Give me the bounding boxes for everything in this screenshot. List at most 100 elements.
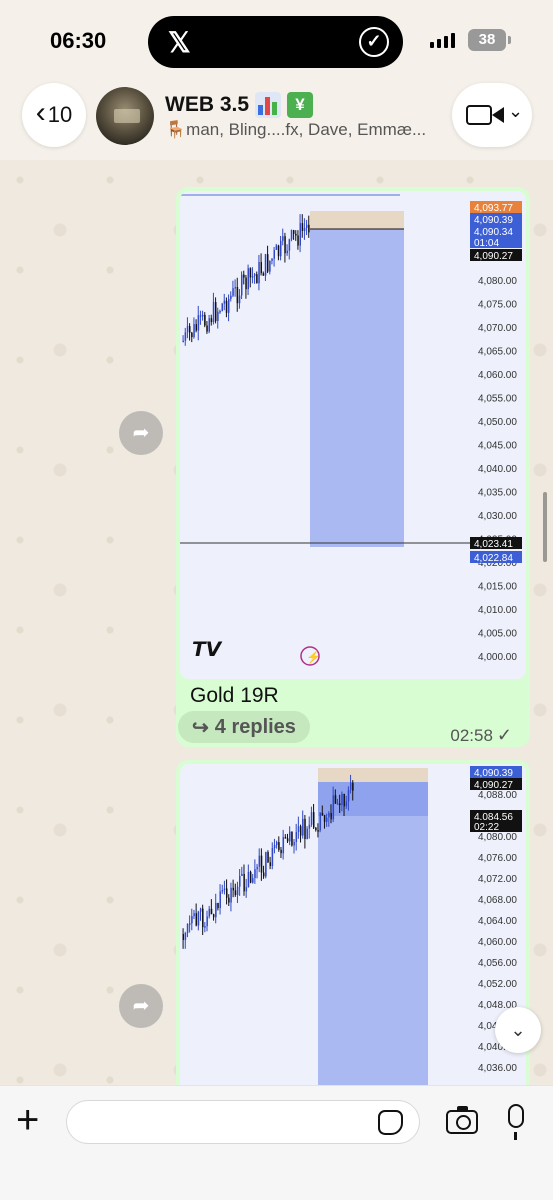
reply-arrow-icon: ↪ — [192, 716, 209, 739]
trading-chart: 4,080.00 4,075.00 4,070.00 4,065.00 4,060.00… — [180, 194, 522, 666]
candle-body — [189, 923, 191, 925]
candle-body — [204, 314, 206, 326]
candle-body — [189, 326, 191, 333]
video-call-button[interactable]: ⌄ — [452, 83, 532, 147]
candle-body — [278, 842, 280, 850]
candle-body — [260, 855, 263, 873]
candle-body — [202, 908, 204, 928]
candle-body — [271, 847, 274, 867]
candle-body — [280, 849, 282, 854]
candle-body — [245, 277, 247, 290]
price-axis-label: 4,072.00 — [478, 874, 517, 885]
bar-chart-icon — [255, 92, 282, 118]
candle-body — [293, 230, 295, 234]
back-button[interactable]: ‹ 10 — [22, 83, 86, 147]
candle-body — [226, 888, 228, 898]
chart-image[interactable]: 4,080.00 4,075.00 4,070.00 4,065.00 4,060.00… — [180, 191, 526, 679]
candle-body — [243, 274, 245, 278]
candle-body — [251, 275, 254, 278]
candle-body — [349, 782, 352, 790]
candle-body — [236, 886, 239, 896]
candle-body — [304, 818, 306, 839]
candle-body — [328, 813, 330, 818]
forward-icon: ➦ — [132, 422, 150, 444]
candle-body — [232, 288, 234, 296]
group-name: WEB 3.5 — [165, 93, 250, 116]
candle-body — [330, 813, 332, 820]
forward-button[interactable]: ➦ — [119, 984, 163, 1028]
camera-icon[interactable] — [446, 1106, 478, 1134]
sticker-icon[interactable] — [378, 1110, 403, 1135]
candle-body — [332, 795, 335, 820]
candle-body — [208, 908, 211, 917]
price-axis-label: 4,068.00 — [478, 895, 517, 906]
price-tags: 4,093.774,090.394,090.3401:044,090.274,0… — [470, 201, 522, 564]
forward-button[interactable]: ➦ — [119, 411, 163, 455]
candle-body — [297, 235, 299, 246]
candle-body — [271, 258, 273, 261]
group-title[interactable]: WEB 3.5 ¥ — [165, 92, 314, 118]
candle-body — [303, 227, 306, 231]
candle-body — [290, 230, 293, 240]
candle-body — [267, 254, 269, 272]
candle-body — [239, 875, 241, 887]
price-axis-label: 4,015.00 — [478, 582, 517, 593]
candle-body — [210, 908, 213, 915]
price-tag-label: 4,090.27 — [474, 780, 513, 791]
status-time: 06:30 — [50, 28, 107, 53]
candle-body — [262, 273, 265, 276]
message-input[interactable] — [66, 1100, 420, 1144]
attach-plus-icon[interactable]: + — [16, 1100, 39, 1140]
candle-body — [186, 923, 189, 934]
replies-count: 4 replies — [214, 715, 296, 738]
price-tag-label: 4,022.84 — [474, 553, 513, 564]
dynamic-island[interactable]: 𝕏 ✓ — [148, 16, 403, 68]
candle-body — [249, 871, 252, 883]
price-axis-label: 4,005.00 — [478, 629, 517, 640]
candle-body — [221, 303, 223, 311]
stop-loss-zone — [310, 211, 404, 229]
candle-body — [299, 223, 301, 246]
candle-body — [291, 831, 293, 846]
price-axis-label: 4,036.00 — [478, 1063, 517, 1074]
candle-body — [265, 852, 267, 877]
candle-body — [313, 812, 315, 828]
microphone-icon[interactable] — [508, 1104, 524, 1140]
candle-body — [310, 812, 313, 825]
chart-image[interactable]: 4,088.004,084.004,080.004,076.004,072.00… — [180, 764, 526, 1090]
candle-body — [280, 240, 282, 257]
price-axis-label: 4,080.00 — [478, 832, 517, 843]
candle-body — [267, 852, 269, 863]
candle-body — [223, 888, 226, 891]
candle-body — [191, 916, 193, 924]
replies-button[interactable]: ↪ 4 replies — [178, 711, 310, 743]
candle-body — [254, 274, 256, 276]
message-input-bar: + — [0, 1085, 553, 1200]
scrollbar[interactable] — [543, 492, 547, 562]
candle-body — [269, 862, 271, 867]
candle-body — [215, 902, 217, 918]
candle-body — [238, 295, 241, 304]
candle-body — [321, 813, 324, 816]
group-members[interactable]: 🪑man, Bling....fx, Dave, Emmæ... — [165, 120, 435, 140]
battery-icon: 38 — [468, 29, 511, 51]
candle-body — [247, 268, 249, 290]
candle-body — [343, 793, 345, 807]
candle-body — [269, 260, 271, 272]
candle-body — [317, 830, 319, 832]
scroll-to-bottom-button[interactable]: ⌄ — [495, 1007, 541, 1053]
candle-body — [210, 318, 213, 323]
candle-body — [262, 872, 265, 877]
candle-body — [241, 873, 243, 876]
candle-body — [182, 340, 184, 343]
candle-body — [182, 934, 184, 940]
candle-body — [264, 254, 267, 276]
candle-body — [256, 866, 258, 870]
message-bubble[interactable]: 4,080.00 4,075.00 4,070.00 4,065.00 4,060.00… — [176, 187, 530, 747]
candle-body — [247, 871, 250, 888]
candle-body — [326, 817, 328, 822]
candle-body — [228, 897, 230, 903]
message-bubble[interactable]: 4,088.004,084.004,080.004,076.004,072.00… — [176, 760, 530, 1090]
group-avatar[interactable] — [96, 87, 154, 145]
price-axis-label: 4,040.00 — [478, 464, 517, 475]
